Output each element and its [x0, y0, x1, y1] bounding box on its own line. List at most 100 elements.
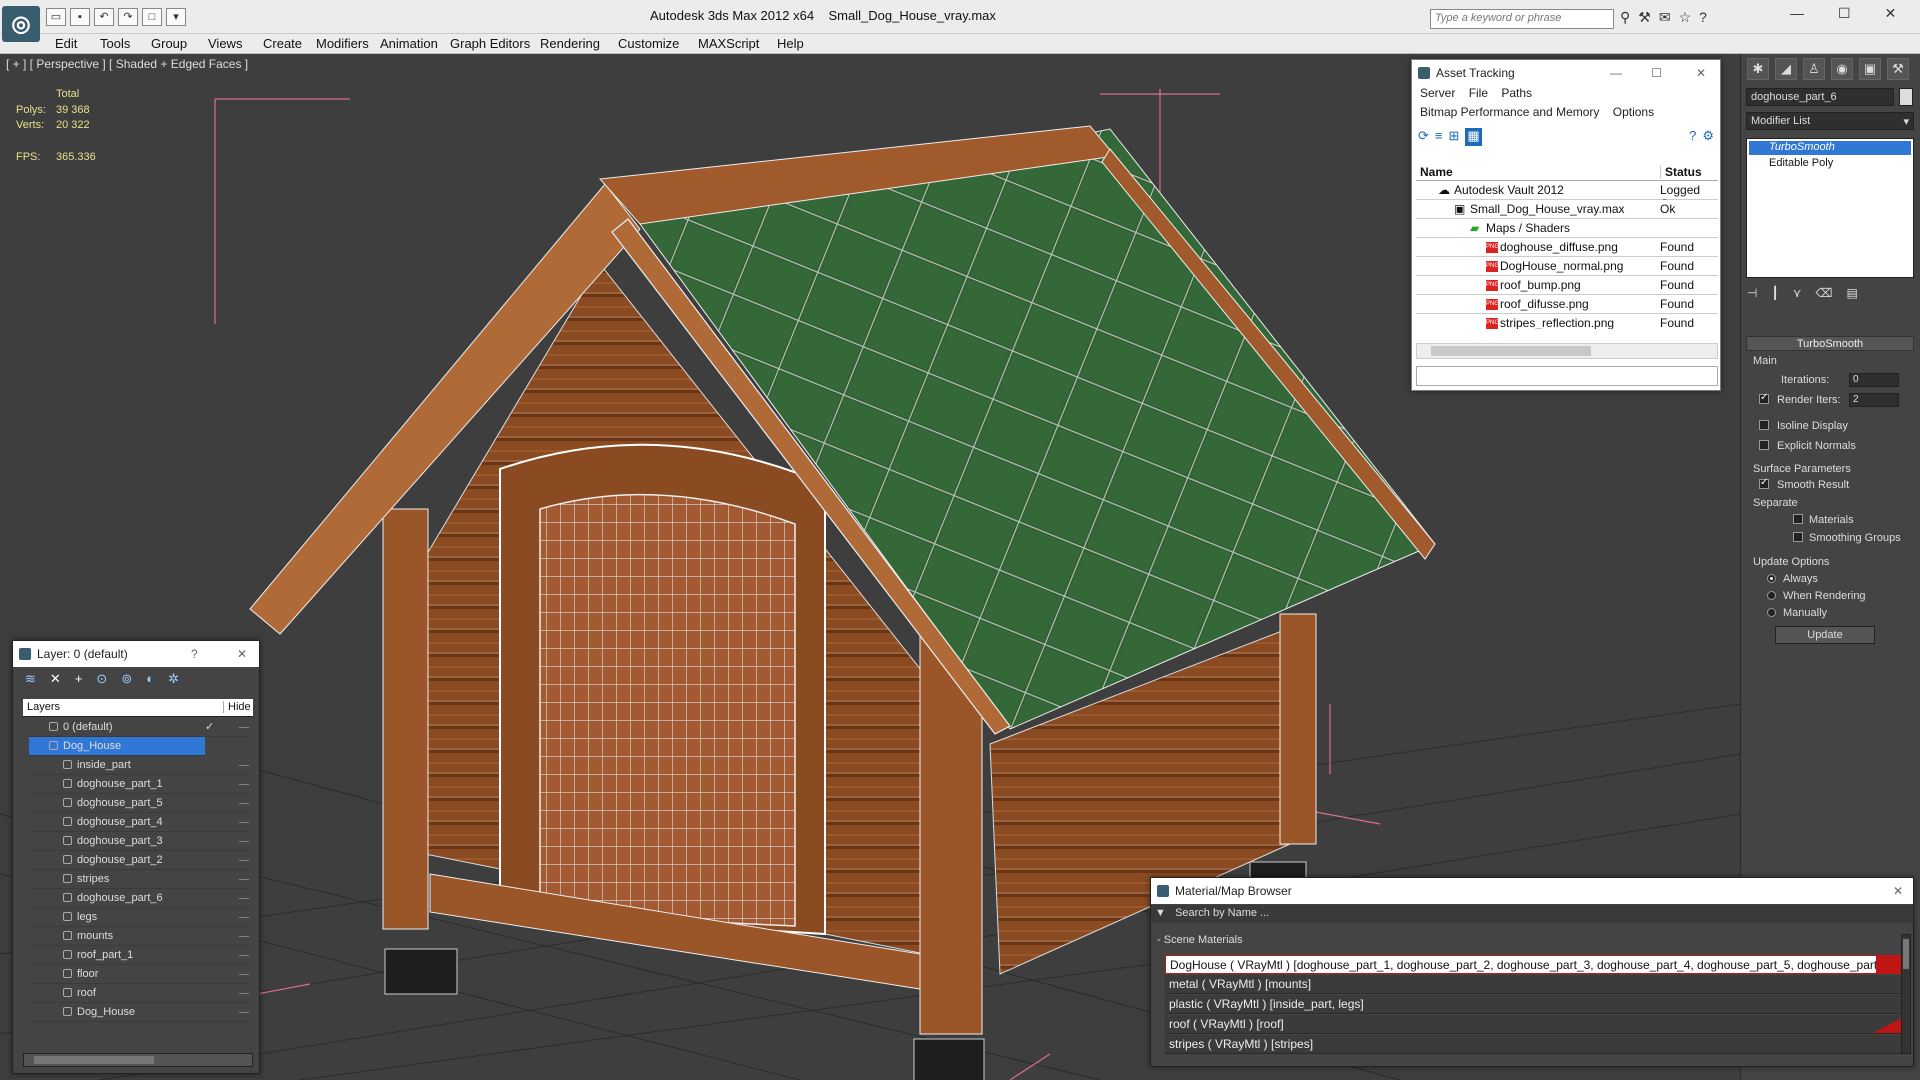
- menu-tools[interactable]: Tools: [100, 34, 130, 53]
- explicit-normals-checkbox[interactable]: [1759, 440, 1769, 450]
- layer-row[interactable]: doghouse_part_4: [29, 813, 249, 832]
- isoline-display-checkbox[interactable]: [1759, 420, 1769, 430]
- add-icon[interactable]: +: [75, 671, 83, 689]
- col-layers[interactable]: Layers: [27, 701, 60, 713]
- viewport-label[interactable]: [ + ] [ Perspective ] [ Shaded + Edged F…: [6, 57, 248, 71]
- asset-row[interactable]: PNGstripes_reflection.png Found: [1416, 314, 1718, 329]
- menu-customize[interactable]: Customize: [618, 34, 679, 53]
- modify-tab-icon[interactable]: ◢: [1775, 58, 1797, 80]
- pin-stack-icon[interactable]: ⊣: [1747, 286, 1757, 300]
- layer-row[interactable]: 0 (default) ✓: [29, 718, 249, 737]
- layer-row[interactable]: stripes: [29, 870, 249, 889]
- menu-views[interactable]: Views: [208, 34, 242, 53]
- undo-icon[interactable]: ↶: [94, 8, 114, 26]
- manually-radio[interactable]: [1767, 608, 1776, 617]
- select-objects-icon[interactable]: ⊙: [96, 671, 107, 689]
- refresh-icon[interactable]: ⟳: [1418, 128, 1429, 146]
- minimize-icon[interactable]: —: [1790, 5, 1804, 22]
- search-input[interactable]: Type a keyword or phrase: [1430, 9, 1614, 29]
- always-radio[interactable]: [1767, 574, 1776, 583]
- show-end-result-icon[interactable]: ┃: [1771, 286, 1778, 300]
- table-view-icon[interactable]: ▦: [1465, 128, 1482, 146]
- display-tab-icon[interactable]: ▣: [1859, 58, 1881, 80]
- menu-file[interactable]: File: [1469, 86, 1488, 100]
- asset-row[interactable]: ☁Autodesk Vault 2012Logged Out: [1416, 181, 1718, 211]
- layer-row[interactable]: mounts: [29, 927, 249, 946]
- material-row-selected[interactable]: DogHouse ( VRayMtl ) [doghouse_part_1, d…: [1165, 955, 1907, 974]
- help-icon[interactable]: ?: [1699, 9, 1707, 26]
- open-file-icon[interactable]: ▭: [46, 8, 66, 26]
- menu-graph-editors[interactable]: Graph Editors: [450, 34, 530, 53]
- scrollbar-thumb[interactable]: [1431, 346, 1591, 356]
- render-iters-spinner[interactable]: 2: [1849, 393, 1899, 407]
- hierarchy-tab-icon[interactable]: ♙: [1803, 58, 1825, 80]
- favorites-icon[interactable]: ☆: [1679, 9, 1692, 26]
- materials-checkbox[interactable]: [1793, 514, 1803, 524]
- vertical-scrollbar[interactable]: [1901, 934, 1911, 1054]
- close-icon[interactable]: ✕: [1885, 5, 1897, 22]
- list-view-icon[interactable]: ≡: [1435, 128, 1443, 146]
- material-row[interactable]: plastic ( VRayMtl ) [inside_part, legs]: [1165, 995, 1907, 1014]
- motion-tab-icon[interactable]: ◉: [1831, 58, 1853, 80]
- layer-row[interactable]: legs: [29, 908, 249, 927]
- help-icon[interactable]: ?: [1689, 128, 1696, 146]
- binoculars-icon[interactable]: ⚲: [1620, 9, 1630, 26]
- asset-path-field[interactable]: [1416, 366, 1718, 386]
- settings-icon[interactable]: ⚙: [1702, 128, 1714, 146]
- utilities-tab-icon[interactable]: ⚒: [1887, 58, 1909, 80]
- layer-row-selected[interactable]: Dog_House: [29, 737, 205, 756]
- save-icon[interactable]: ▪: [70, 8, 90, 26]
- redo-icon[interactable]: ↷: [118, 8, 138, 26]
- maximize-icon[interactable]: ☐: [1651, 60, 1662, 86]
- smoothing-groups-checkbox[interactable]: [1793, 532, 1803, 542]
- app-menu-button[interactable]: ◎: [2, 6, 40, 42]
- menu-paths[interactable]: Paths: [1501, 86, 1532, 100]
- remove-modifier-icon[interactable]: ⌫: [1815, 286, 1832, 300]
- subscription-icon[interactable]: ⚒: [1638, 9, 1651, 26]
- smooth-result-checkbox[interactable]: [1759, 477, 1769, 489]
- freeze-all-icon[interactable]: ✲: [168, 671, 179, 689]
- render-iters-checkbox[interactable]: [1759, 392, 1769, 404]
- layers-icon[interactable]: ≋: [25, 671, 36, 689]
- menu-edit[interactable]: Edit: [55, 34, 77, 53]
- layer-row[interactable]: floor: [29, 965, 249, 984]
- asset-row[interactable]: PNGDogHouse_normal.png Found: [1416, 257, 1718, 276]
- layer-row[interactable]: roof_part_1: [29, 946, 249, 965]
- horizontal-scrollbar[interactable]: [1416, 343, 1718, 359]
- scrollbar-thumb[interactable]: [34, 1056, 154, 1064]
- scene-materials-header[interactable]: - Scene Materials: [1157, 934, 1243, 946]
- options-chevron-icon[interactable]: ▼: [1155, 907, 1166, 919]
- asset-row[interactable]: PNGdoghouse_diffuse.png Found: [1416, 238, 1718, 257]
- help-button[interactable]: ?: [191, 641, 198, 667]
- layer-row[interactable]: Dog_House: [29, 1003, 249, 1022]
- layer-row[interactable]: inside_part: [29, 756, 249, 775]
- layer-row[interactable]: doghouse_part_1: [29, 775, 249, 794]
- layer-row[interactable]: doghouse_part_2: [29, 851, 249, 870]
- object-color-swatch[interactable]: [1899, 88, 1913, 106]
- hold-icon[interactable]: □: [142, 8, 162, 26]
- highlight-icon[interactable]: ⊚: [121, 671, 132, 689]
- material-row[interactable]: roof ( VRayMtl ) [roof]: [1165, 1015, 1907, 1034]
- material-row[interactable]: metal ( VRayMtl ) [mounts]: [1165, 975, 1907, 994]
- object-name-field[interactable]: doghouse_part_6: [1746, 88, 1894, 106]
- communication-icon[interactable]: ✉: [1659, 9, 1671, 26]
- menu-group[interactable]: Group: [151, 34, 187, 53]
- menu-bitmap-performance[interactable]: Bitmap Performance and Memory: [1420, 105, 1599, 119]
- asset-row[interactable]: PNGroof_bump.png Found: [1416, 276, 1718, 295]
- close-icon[interactable]: ✕: [237, 641, 247, 667]
- col-hide[interactable]: Hide: [223, 701, 251, 713]
- when-rendering-radio[interactable]: [1767, 591, 1776, 600]
- maximize-icon[interactable]: ☐: [1838, 5, 1851, 22]
- configure-sets-icon[interactable]: ▤: [1846, 286, 1857, 300]
- hide-all-icon[interactable]: ◐: [146, 671, 154, 689]
- stack-item-editable-poly[interactable]: Editable Poly: [1749, 157, 1911, 171]
- close-icon[interactable]: ✕: [1696, 60, 1706, 86]
- modifier-list-dropdown[interactable]: Modifier List ▾: [1746, 112, 1914, 130]
- layer-row[interactable]: doghouse_part_6: [29, 889, 249, 908]
- stack-item-turbosmooth[interactable]: TurboSmooth: [1749, 141, 1911, 155]
- menu-animation[interactable]: Animation: [380, 34, 438, 53]
- menu-server[interactable]: Server: [1420, 86, 1455, 100]
- close-icon[interactable]: ✕: [1893, 878, 1903, 904]
- layer-horizontal-scrollbar[interactable]: [23, 1053, 253, 1067]
- make-unique-icon[interactable]: ⋎: [1793, 286, 1802, 300]
